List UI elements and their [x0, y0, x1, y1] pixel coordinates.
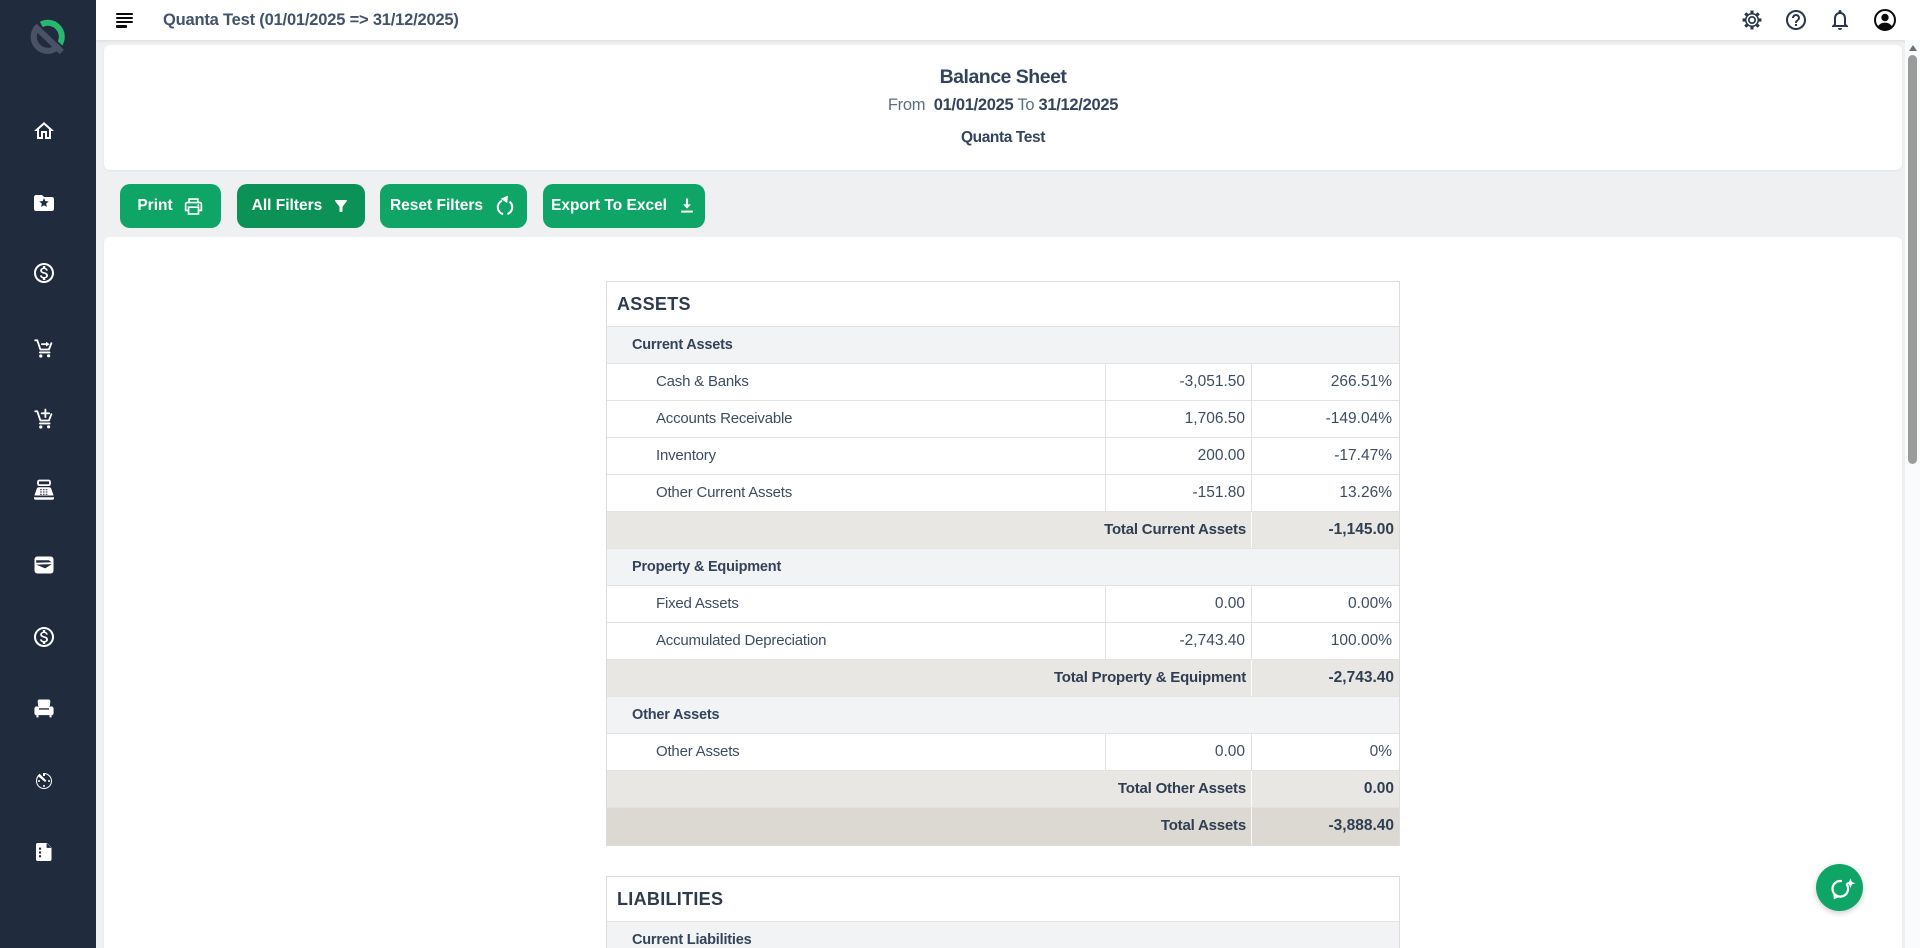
- main-content: Balance Sheet From 01/01/2025 To 31/12/2…: [96, 40, 1920, 948]
- to-date: 31/12/2025: [1039, 96, 1119, 114]
- report-title: Balance Sheet: [104, 66, 1902, 89]
- row-percent: 13.26%: [1252, 475, 1399, 511]
- grand-total-label: Total Assets: [607, 808, 1252, 845]
- sidebar-item-assets[interactable]: [32, 696, 56, 720]
- row-percent: 0.00%: [1252, 586, 1399, 622]
- report-date-range: From 01/01/2025 To 31/12/2025: [104, 96, 1902, 115]
- total-value: -1,145.00: [1252, 512, 1399, 548]
- report-company: Quanta Test: [104, 129, 1902, 147]
- grand-total-row: Total Assets-3,888.40: [607, 808, 1399, 845]
- help-icon[interactable]: [1784, 8, 1808, 32]
- page-title: Quanta Test (01/01/2025 => 31/12/2025): [163, 0, 459, 40]
- section-total-row: Total Property & Equipment-2,743.40: [607, 660, 1399, 697]
- menu-icon[interactable]: [116, 12, 133, 28]
- total-value: -2,743.40: [1252, 660, 1399, 696]
- row-value: -151.80: [1106, 475, 1252, 511]
- table-title: LIABILITIES: [607, 877, 1399, 922]
- report-header-card: Balance Sheet From 01/01/2025 To 31/12/2…: [104, 45, 1902, 170]
- scrollbar[interactable]: [1905, 40, 1920, 948]
- export-excel-button[interactable]: Export To Excel: [543, 184, 705, 228]
- row-value: 0.00: [1106, 586, 1252, 622]
- total-label: Total Property & Equipment: [607, 660, 1252, 696]
- section-total-row: Total Other Assets0.00: [607, 771, 1399, 808]
- row-label: Other Current Assets: [607, 475, 1106, 511]
- table-row: Inventory200.00-17.47%: [607, 438, 1399, 475]
- row-percent: 100.00%: [1252, 623, 1399, 659]
- all-filters-button[interactable]: All Filters: [237, 184, 365, 228]
- table-row: Fixed Assets0.000.00%: [607, 586, 1399, 623]
- sidebar-item-expenses[interactable]: [32, 625, 56, 649]
- row-percent: -149.04%: [1252, 401, 1399, 437]
- print-icon: [183, 196, 204, 217]
- section-total-row: Total Current Assets-1,145.00: [607, 512, 1399, 549]
- filter-icon: [332, 197, 350, 215]
- row-label: Other Assets: [607, 734, 1106, 770]
- assistant-fab[interactable]: [1816, 864, 1863, 911]
- section-header: Other Assets: [607, 697, 1399, 734]
- row-value: 200.00: [1106, 438, 1252, 474]
- sidebar-item-reports[interactable]: [32, 840, 56, 864]
- sidebar-item-timer[interactable]: [32, 769, 56, 793]
- to-label: To: [1017, 96, 1034, 114]
- sidebar-item-pos[interactable]: [32, 478, 56, 502]
- row-label: Fixed Assets: [607, 586, 1106, 622]
- sidebar-item-home[interactable]: [32, 119, 56, 143]
- app-logo[interactable]: [25, 14, 71, 65]
- grand-total-value: -3,888.40: [1252, 808, 1399, 845]
- print-button[interactable]: Print: [120, 184, 221, 228]
- section-header: Property & Equipment: [607, 549, 1399, 586]
- row-value: 1,706.50: [1106, 401, 1252, 437]
- table-row: Cash & Banks-3,051.50266.51%: [607, 364, 1399, 401]
- table-row: Accounts Receivable1,706.50-149.04%: [607, 401, 1399, 438]
- total-label: Total Current Assets: [607, 512, 1252, 548]
- row-value: -3,051.50: [1106, 364, 1252, 400]
- row-label: Accumulated Depreciation: [607, 623, 1106, 659]
- table-title: ASSETS: [607, 282, 1399, 327]
- row-percent: -17.47%: [1252, 438, 1399, 474]
- row-percent: 266.51%: [1252, 364, 1399, 400]
- account-icon[interactable]: [1873, 8, 1897, 32]
- row-label: Inventory: [607, 438, 1106, 474]
- assets-table: ASSETSCurrent AssetsCash & Banks-3,051.5…: [606, 281, 1400, 846]
- scrollbar-thumb[interactable]: [1908, 55, 1917, 464]
- sidebar-item-favorites[interactable]: [32, 191, 56, 215]
- table-row: Accumulated Depreciation-2,743.40100.00%: [607, 623, 1399, 660]
- notifications-icon[interactable]: [1828, 8, 1852, 32]
- row-value: -2,743.40: [1106, 623, 1252, 659]
- sidebar: [0, 0, 96, 948]
- topbar: Quanta Test (01/01/2025 => 31/12/2025): [96, 0, 1920, 40]
- sidebar-item-wallet[interactable]: [32, 553, 56, 577]
- section-header: Current Liabilities: [607, 922, 1399, 948]
- scrollbar-up-arrow[interactable]: [1909, 45, 1917, 51]
- row-percent: 0%: [1252, 734, 1399, 770]
- reset-filters-button[interactable]: Reset Filters: [380, 184, 527, 228]
- total-value: 0.00: [1252, 771, 1399, 807]
- settings-icon[interactable]: [1740, 8, 1764, 32]
- section-header: Current Assets: [607, 327, 1399, 364]
- from-label: From: [888, 96, 925, 114]
- from-date: 01/01/2025: [934, 96, 1014, 114]
- liabilities-table: LIABILITIESCurrent Liabilities: [606, 876, 1400, 948]
- row-label: Cash & Banks: [607, 364, 1106, 400]
- sidebar-item-finance[interactable]: [32, 261, 56, 285]
- sidebar-item-purchases[interactable]: [32, 407, 56, 431]
- chat-sparkle-icon: [1823, 871, 1857, 905]
- row-value: 0.00: [1106, 734, 1252, 770]
- download-icon: [677, 196, 697, 216]
- total-label: Total Other Assets: [607, 771, 1252, 807]
- reset-icon: [493, 194, 517, 218]
- table-row: Other Assets0.000%: [607, 734, 1399, 771]
- row-label: Accounts Receivable: [607, 401, 1106, 437]
- sidebar-item-sales[interactable]: [32, 336, 56, 360]
- table-row: Other Current Assets-151.8013.26%: [607, 475, 1399, 512]
